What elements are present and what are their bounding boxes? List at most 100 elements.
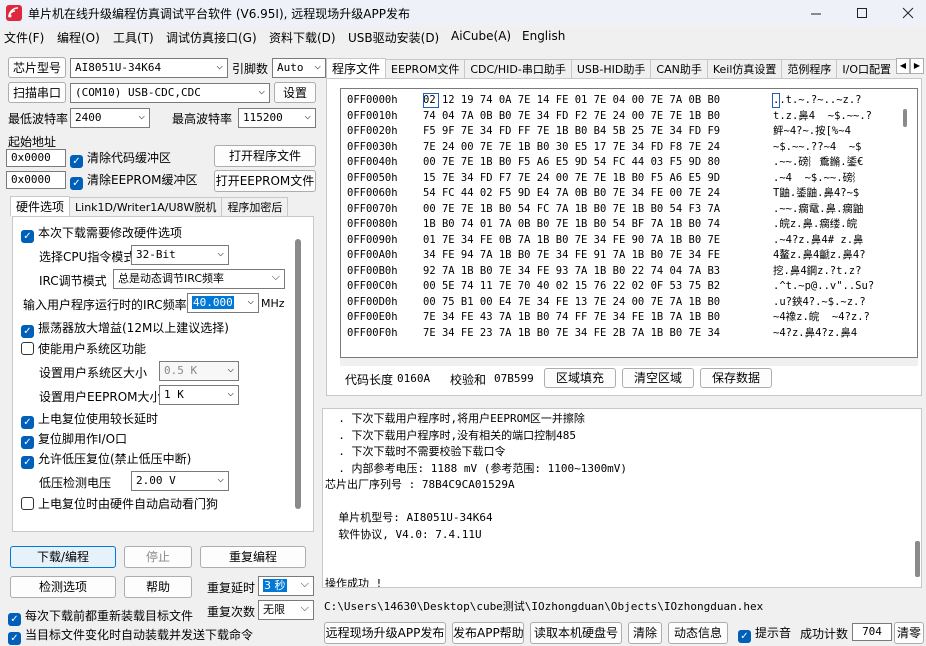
tab-offline-programmer[interactable]: Link1D/Writer1A/U8W脱机 — [69, 197, 223, 217]
tab-scroll-right-icon[interactable]: ▶ — [910, 58, 924, 74]
menu-aicube[interactable]: AiCube(A) — [451, 29, 511, 43]
success-count-label: 成功计数 — [800, 627, 849, 641]
checkbox-checked-icon: ✓ — [21, 436, 34, 449]
hex-bytes: 00 5E 74 11 7E 70 40 02 15 76 22 02 0F 5… — [423, 280, 721, 292]
cpu-mode-select[interactable]: 32-Bit — [131, 245, 229, 265]
hw-options-scrollbar[interactable] — [295, 239, 301, 509]
open-eeprom-file-button[interactable]: 打开EEPROM文件 — [214, 170, 316, 192]
tab-examples[interactable]: 范例程序 — [781, 59, 838, 79]
clear-eeprom-buffer-checkbox[interactable]: ✓ 清除EEPROM缓冲区 — [70, 172, 198, 190]
repeat-delay-label: 重复延时 — [207, 581, 256, 595]
help-button[interactable]: 帮助 — [124, 576, 192, 598]
hex-ascii: ~$.~~.??~4 ~$ — [773, 140, 862, 153]
option-osc-gain[interactable]: ✓ 振荡器放大增益(12M以上建议选择) — [21, 320, 229, 338]
success-count-value: 704 — [852, 623, 892, 641]
chip-type-select[interactable]: AI8051U-34K64 — [70, 58, 228, 78]
menu-debug[interactable]: 调试仿真接口(G) — [166, 29, 257, 46]
close-icon[interactable] — [898, 4, 918, 22]
max-baud-select[interactable]: 115200 — [238, 108, 316, 128]
menu-tools[interactable]: 工具(T) — [113, 29, 154, 46]
log-scrollbar[interactable] — [915, 541, 920, 577]
read-disk-id-button[interactable]: 读取本机硬盘号 — [530, 622, 622, 644]
hex-view[interactable]: 0FF0000h 02 12 19 74 0A 7E 14 FE 01 7E 04… — [340, 88, 918, 358]
maximize-icon[interactable] — [852, 4, 872, 22]
chip-type-button[interactable]: 芯片型号 — [8, 57, 66, 78]
reset-count-button[interactable]: 清零 — [894, 622, 924, 644]
tab-serial-assistant[interactable]: CDC/HID-串口助手 — [464, 59, 572, 79]
hex-bytes: 00 7E 7E 1B B0 54 FC 7A 1B B0 7E 1B B0 5… — [423, 202, 721, 215]
tab-scroll-left-icon[interactable]: ◀ — [896, 58, 910, 74]
download-program-button[interactable]: 下载/编程 — [10, 546, 116, 568]
irc-frequency-input[interactable]: 40.000 — [187, 293, 259, 313]
hex-horizontal-scrollbar[interactable] — [340, 358, 918, 366]
tab-keil-settings[interactable]: Keil仿真设置 — [706, 59, 783, 79]
tab-io-config[interactable]: I/O口配置 — [836, 59, 896, 79]
tab-can-assistant[interactable]: CAN助手 — [650, 59, 708, 79]
menu-download[interactable]: 资料下载(D) — [269, 29, 336, 46]
dynamic-info-button[interactable]: 动态信息 — [668, 622, 728, 644]
clear-log-button[interactable]: 清除 — [628, 622, 662, 644]
tab-program-file[interactable]: 程序文件 — [326, 58, 387, 78]
remote-publish-button[interactable]: 远程现场升级APP发布 — [324, 622, 446, 644]
hex-ascii: .~~.瘸鼋.鼻.瘸鼬 — [773, 202, 864, 215]
area-fill-button[interactable]: 区域填充 — [544, 368, 616, 388]
repeat-count-select[interactable]: 无限 — [258, 600, 314, 620]
tone-checkbox[interactable]: ✓ 提示音 — [738, 625, 791, 643]
log-panel[interactable]: . 下次下载用户程序时,将用户EEPROM区一并擦除 . 下次下载用户程序时,没… — [322, 408, 922, 588]
log-line: . 下次下载时不需要校验下载口令 — [325, 445, 506, 458]
min-baud-select[interactable]: 2400 — [70, 108, 150, 128]
repeat-delay-select[interactable]: 3 秒 — [258, 576, 314, 596]
hex-address: 0FF0050h — [347, 171, 398, 184]
menu-program[interactable]: 编程(O) — [57, 29, 100, 46]
hardware-options-panel: ✓本次下载需要修改硬件选项 选择CPU指令模式 32-Bit IRC调节模式 总… — [12, 216, 314, 532]
checkbox-unchecked-icon — [21, 342, 34, 355]
hex-rows: 0FF0000h 02 12 19 74 0A 7E 14 FE 01 7E 04… — [347, 93, 907, 355]
tab-eeprom-file[interactable]: EEPROM文件 — [385, 59, 466, 79]
title-bar: 单片机在线升级编程仿真调试平台软件 (V6.95I), 远程现场升级APP发布 — [0, 0, 926, 26]
minimize-icon[interactable] — [806, 4, 826, 22]
option-auto-watchdog[interactable]: 上电复位时由硬件自动启动看门狗 — [21, 496, 218, 512]
clear-area-button[interactable]: 清空区域 — [622, 368, 694, 388]
publish-help-button[interactable]: 发布APP帮助 — [452, 622, 524, 644]
pin-count-select[interactable]: Auto — [272, 58, 326, 78]
checksum-label: 校验和 — [450, 373, 487, 387]
option-long-reset-delay[interactable]: ✓ 上电复位使用较长延时 — [21, 411, 158, 429]
checkbox-checked-icon: ✓ — [21, 456, 34, 469]
reload-before-download-checkbox[interactable]: ✓ 每次下载前都重新装载目标文件 — [8, 608, 193, 626]
option-low-voltage-reset[interactable]: ✓ 允许低压复位(禁止低压中断) — [21, 451, 191, 469]
option-system-area[interactable]: 使能用户系统区功能 — [21, 341, 146, 357]
checkbox-unchecked-icon — [21, 497, 34, 510]
check-options-button[interactable]: 检测选项 — [10, 576, 116, 598]
tab-usb-hid-assistant[interactable]: USB-HID助手 — [570, 59, 652, 79]
option-modify-hardware[interactable]: ✓ 本次下载需要修改硬件选项 — [21, 225, 182, 243]
start-address-input-2[interactable]: 0x0000 — [6, 171, 66, 189]
save-data-button[interactable]: 保存数据 — [700, 368, 772, 388]
menu-file[interactable]: 文件(F) — [4, 29, 44, 46]
repeat-program-button[interactable]: 重复编程 — [200, 546, 306, 568]
port-select[interactable]: (COM10) USB-CDC,CDC — [70, 83, 270, 103]
system-area-size-select[interactable]: 0.5 K — [159, 361, 239, 381]
checkbox-checked-icon: ✓ — [738, 630, 751, 643]
menu-usb-driver[interactable]: USB驱动安装(D) — [348, 29, 439, 46]
scan-port-button[interactable]: 扫描串口 — [8, 82, 66, 103]
auto-send-on-change-checkbox[interactable]: ✓ 当目标文件变化时自动装载并发送下载命令 — [8, 627, 253, 645]
menu-bar: 文件(F) 编程(O) 工具(T) 调试仿真接口(G) 资料下载(D) USB驱… — [0, 26, 926, 48]
option-reset-pin-io[interactable]: ✓ 复位脚用作I/O口 — [21, 431, 127, 449]
eeprom-size-select[interactable]: 1 K — [159, 385, 239, 405]
checkbox-checked-icon: ✓ — [8, 613, 21, 626]
hex-ascii: T鼬.鋈鼬.鼻4?~$ — [773, 187, 860, 199]
clear-code-buffer-checkbox[interactable]: ✓ 清除代码缓冲区 — [70, 150, 171, 168]
menu-english[interactable]: English — [522, 29, 565, 43]
tab-hardware-options[interactable]: 硬件选项 — [10, 196, 71, 216]
hex-bytes: 7E 34 FE 23 7A 1B B0 7E 34 FE 2B 7A 1B B… — [423, 326, 721, 339]
settings-button[interactable]: 设置 — [274, 82, 316, 103]
irc-mode-select[interactable]: 总是动态调节IRC频率 — [113, 269, 285, 289]
open-program-file-button[interactable]: 打开程序文件 — [214, 145, 316, 167]
hex-bytes: 15 7E 34 FD F7 7E 24 00 7E 7E 1B B0 F5 A… — [423, 171, 721, 184]
lvd-voltage-select[interactable]: 2.00 V — [131, 471, 229, 491]
start-address-input-1[interactable]: 0x0000 — [6, 149, 66, 167]
tab-program-encrypt[interactable]: 程序加密后 — [221, 197, 289, 217]
hex-scrollbar[interactable] — [903, 109, 907, 127]
hex-bytes: 00 7E 7E 1B B0 F5 A6 E5 9D 54 FC 44 03 F… — [423, 156, 721, 168]
stop-button[interactable]: 停止 — [124, 546, 192, 568]
